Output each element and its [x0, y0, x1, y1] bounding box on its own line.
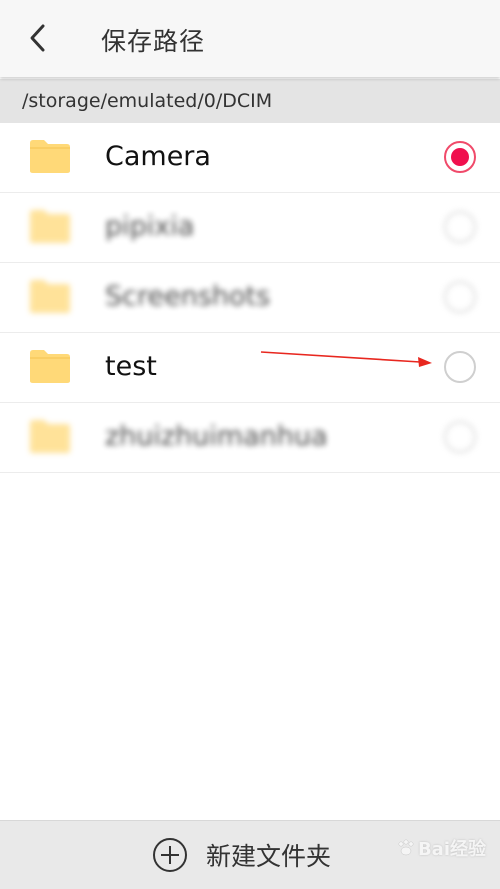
- radio-button[interactable]: [444, 281, 476, 313]
- folder-label: Camera: [105, 141, 211, 172]
- folder-row-pipixia[interactable]: pipixia: [0, 193, 500, 263]
- new-folder-button[interactable]: 新建文件夹: [152, 833, 331, 877]
- folder-label: test: [105, 351, 157, 382]
- folder-row-zhuizhuimanhua[interactable]: zhuizhuimanhua: [0, 403, 500, 473]
- folder-list: Camera pipixia Screenshots test zhuizhui…: [0, 123, 500, 473]
- page-title: 保存路径: [101, 27, 206, 56]
- current-path-bar: /storage/emulated/0/DCIM: [0, 79, 500, 123]
- plus-circle-icon: [153, 838, 187, 872]
- folder-label: Screenshots: [105, 281, 271, 312]
- paw-icon: [398, 839, 414, 856]
- folder-row-camera[interactable]: Camera: [0, 123, 500, 193]
- folder-label: zhuizhuimanhua: [105, 421, 328, 452]
- folder-row-screenshots[interactable]: Screenshots: [0, 263, 500, 333]
- watermark-text: Bai经验: [417, 839, 486, 860]
- app-header: 保存路径: [0, 0, 500, 77]
- radio-button[interactable]: [444, 211, 476, 243]
- folder-row-test[interactable]: test: [0, 333, 500, 403]
- radio-button[interactable]: [444, 421, 476, 453]
- folder-icon: [30, 140, 70, 173]
- new-folder-label: 新建文件夹: [206, 842, 332, 871]
- radio-button[interactable]: [444, 351, 476, 383]
- folder-icon: [30, 420, 70, 453]
- current-path-text: /storage/emulated/0/DCIM: [22, 90, 273, 112]
- folder-icon: [30, 210, 70, 243]
- bottom-action-bar: 新建文件夹 Bai经验: [0, 820, 500, 889]
- chevron-left-icon: [30, 24, 45, 52]
- radio-button-selected[interactable]: [444, 141, 476, 173]
- folder-label: pipixia: [105, 211, 195, 242]
- folder-icon: [30, 350, 70, 383]
- baidu-jingyan-watermark: Bai经验: [396, 835, 486, 861]
- save-path-screen: 保存路径 /storage/emulated/0/DCIM Camera pip…: [0, 0, 500, 889]
- back-button[interactable]: [18, 18, 58, 58]
- folder-icon: [30, 280, 70, 313]
